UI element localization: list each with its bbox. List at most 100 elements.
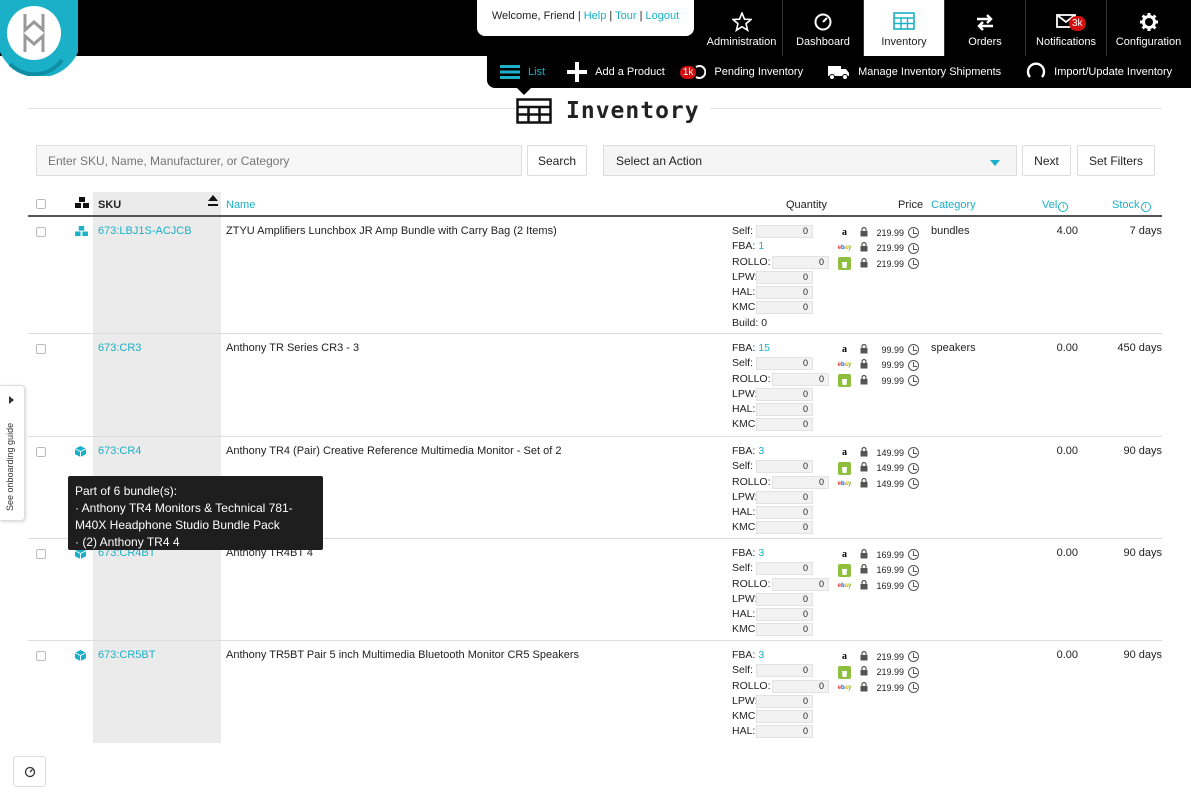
table-row[interactable]: 673:CR3 Anthony TR Series CR3 - 3 FBA: 15 Se… [28, 334, 1162, 437]
row-checkbox[interactable] [36, 344, 46, 354]
lock-icon[interactable] [860, 359, 868, 371]
table-row[interactable]: 673:CR4BT Anthony TR4BT 4 FBA: 3 Self: 0 ROLLO… [28, 539, 1162, 641]
sort-icon[interactable] [208, 195, 218, 212]
clock-icon[interactable] [908, 258, 919, 270]
quantity-link[interactable]: 1 [758, 240, 764, 252]
nav-notifications[interactable]: 3k Notifications [1025, 0, 1106, 56]
quantity-input[interactable]: 0 [756, 725, 813, 739]
quantity-input[interactable]: 0 [772, 372, 829, 386]
tour-link[interactable]: Tour [615, 10, 636, 22]
vel-header[interactable]: Vel i [1042, 199, 1069, 212]
quantity-input[interactable]: 0 [772, 475, 829, 489]
clock-icon[interactable] [908, 344, 919, 356]
quantity-input[interactable]: 0 [756, 623, 813, 637]
quantity-input[interactable]: 0 [772, 679, 829, 693]
price-value[interactable]: 219.99 [872, 683, 904, 693]
lock-icon[interactable] [860, 462, 868, 474]
mw-logo[interactable] [0, 0, 82, 78]
category-header[interactable]: Category [931, 199, 976, 211]
lock-icon[interactable] [860, 564, 868, 576]
row-checkbox[interactable] [36, 549, 46, 559]
quantity-input[interactable]: 0 [756, 357, 813, 371]
clock-icon[interactable] [908, 666, 919, 678]
price-value[interactable]: 219.99 [872, 259, 904, 269]
price-value[interactable]: 149.99 [872, 463, 904, 473]
clock-icon[interactable] [908, 682, 919, 694]
quantity-link[interactable]: 3 [758, 649, 764, 661]
quantity-input[interactable]: 0 [756, 562, 813, 576]
table-row[interactable]: 673:LBJ1S-ACJCB ZTYU Amplifiers Lunchbox … [28, 217, 1162, 334]
quantity-input[interactable]: 0 [756, 592, 813, 606]
quantity-input[interactable]: 0 [756, 506, 813, 520]
clock-icon[interactable] [908, 375, 919, 387]
quantity-link[interactable]: 3 [758, 445, 764, 457]
price-value[interactable]: 169.99 [872, 565, 904, 575]
clock-icon[interactable] [908, 564, 919, 576]
quantity-input[interactable]: 0 [756, 521, 813, 535]
quantity-input[interactable]: 0 [756, 608, 813, 622]
clock-icon[interactable] [908, 580, 919, 592]
lock-icon[interactable] [860, 374, 868, 387]
lock-icon[interactable] [860, 242, 868, 254]
quantity-input[interactable]: 0 [756, 418, 813, 432]
table-row[interactable]: 673:CR5BT Anthony TR5BT Pair 5 inch Multi… [28, 641, 1162, 743]
quantity-input[interactable]: 0 [756, 387, 813, 401]
subnav-list[interactable]: List [487, 56, 556, 88]
quantity-input[interactable]: 0 [756, 460, 813, 474]
select-all-checkbox[interactable] [36, 199, 46, 209]
nav-administration[interactable]: Administration [701, 0, 782, 56]
lock-icon[interactable] [860, 226, 868, 239]
quantity-input[interactable]: 0 [756, 301, 813, 315]
nav-dashboard[interactable]: Dashboard [782, 0, 863, 56]
lock-icon[interactable] [860, 477, 868, 490]
quantity-input[interactable]: 0 [756, 286, 813, 300]
price-value[interactable]: 219.99 [872, 667, 904, 677]
nav-inventory[interactable]: Inventory [863, 0, 944, 56]
lock-icon[interactable] [860, 681, 868, 694]
search-input[interactable] [36, 145, 522, 176]
bundle-icon[interactable] [75, 226, 88, 240]
nav-configuration[interactable]: Configuration [1106, 0, 1190, 56]
price-value[interactable]: 149.99 [872, 448, 904, 458]
row-checkbox[interactable] [36, 651, 46, 661]
clock-icon[interactable] [908, 227, 919, 239]
clock-icon[interactable] [908, 549, 919, 561]
clock-icon[interactable] [908, 242, 919, 254]
quantity-link[interactable]: 15 [758, 342, 770, 354]
quantity-input[interactable]: 0 [756, 710, 813, 724]
price-value[interactable]: 99.99 [872, 376, 904, 386]
stock-header[interactable]: Stock i [1112, 199, 1151, 212]
price-value[interactable]: 219.99 [872, 228, 904, 238]
set-filters-button[interactable]: Set Filters [1077, 145, 1155, 176]
sku-link[interactable]: 673:CR5BT [98, 649, 155, 661]
lock-icon[interactable] [860, 548, 868, 561]
action-select[interactable]: Select an Action [603, 145, 1017, 176]
lock-icon[interactable] [860, 579, 868, 592]
next-button[interactable]: Next [1022, 145, 1071, 176]
help-link[interactable]: Help [584, 10, 607, 22]
lock-icon[interactable] [860, 257, 868, 270]
price-value[interactable]: 149.99 [872, 479, 904, 489]
lock-icon[interactable] [860, 650, 868, 663]
subnav-manage-shipments[interactable]: Manage Inventory Shipments [814, 56, 1012, 88]
subnav-pending-inventory[interactable]: 1k Pending Inventory [676, 56, 814, 88]
price-value[interactable]: 99.99 [872, 345, 904, 355]
quantity-input[interactable]: 0 [756, 694, 813, 708]
help-widget-button[interactable] [13, 756, 46, 787]
subnav-import-update[interactable]: Import/Update Inventory [1012, 56, 1183, 88]
logout-link[interactable]: Logout [646, 10, 680, 22]
quantity-link[interactable]: 3 [758, 547, 764, 559]
quantity-input[interactable]: 0 [756, 270, 813, 284]
price-value[interactable]: 219.99 [872, 652, 904, 662]
price-value[interactable]: 169.99 [872, 581, 904, 591]
sku-link[interactable]: 673:CR4 [98, 445, 141, 457]
quantity-input[interactable]: 0 [756, 490, 813, 504]
price-value[interactable]: 169.99 [872, 550, 904, 560]
nav-orders[interactable]: Orders [944, 0, 1025, 56]
search-button[interactable]: Search [527, 145, 587, 176]
row-checkbox[interactable] [36, 447, 46, 457]
onboarding-guide-tab[interactable]: See onboarding guide [0, 385, 25, 521]
sku-link[interactable]: 673:LBJ1S-ACJCB [98, 225, 192, 237]
name-header[interactable]: Name [226, 199, 255, 211]
sku-link[interactable]: 673:CR3 [98, 342, 141, 354]
